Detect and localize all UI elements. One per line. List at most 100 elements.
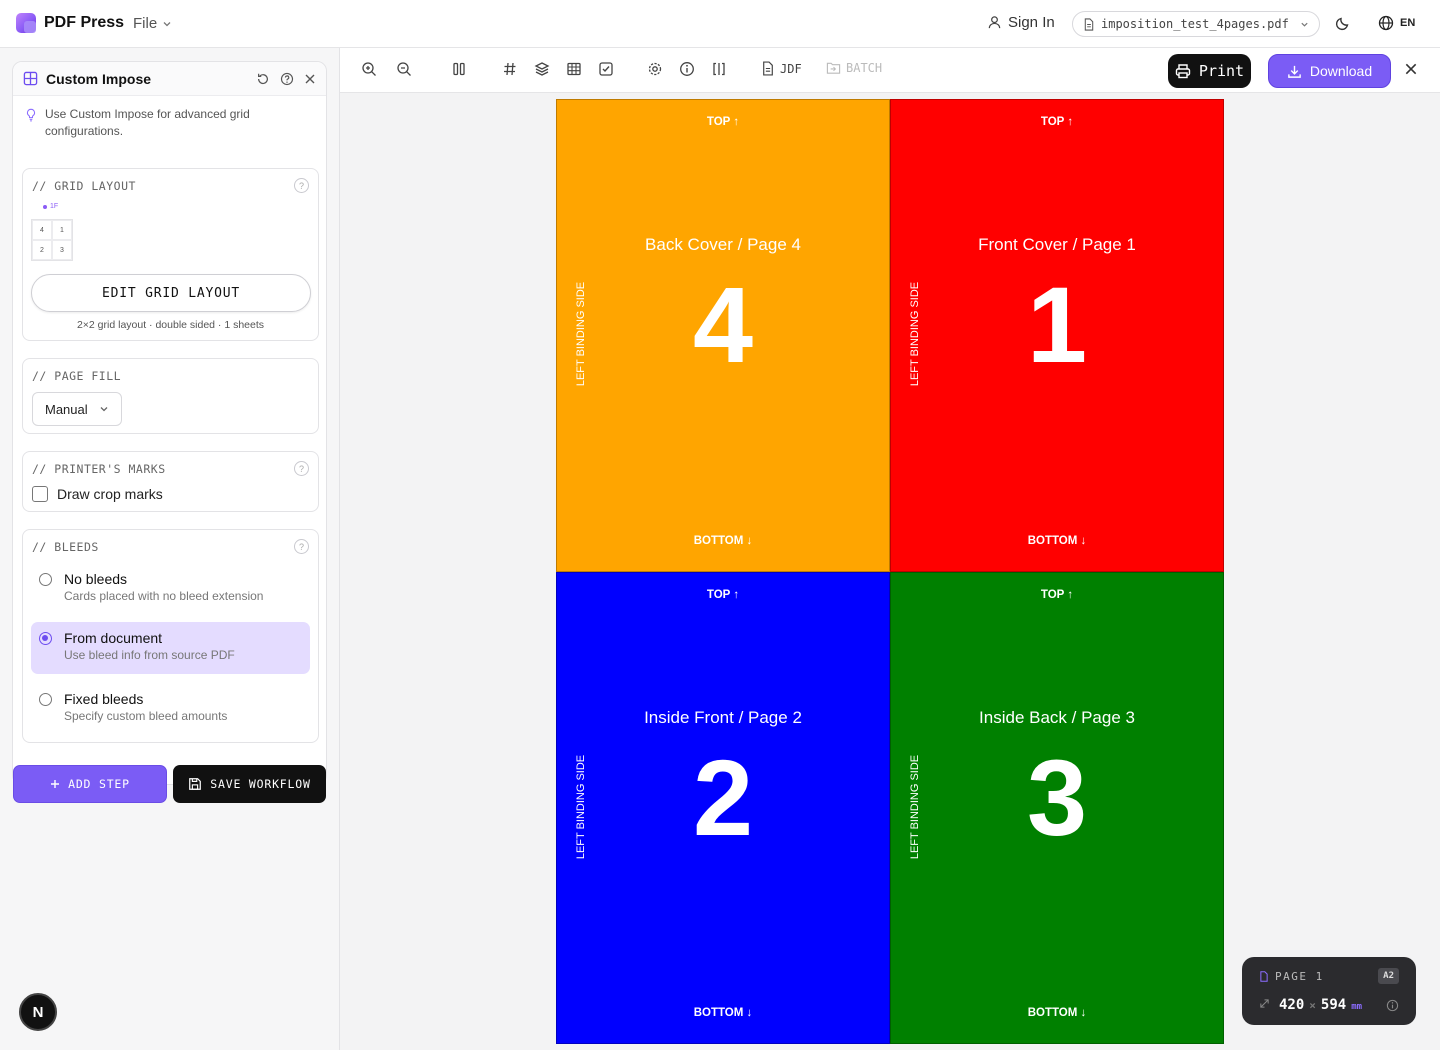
grid-summary: 2×2 grid layout · double sided · 1 sheet… (76, 319, 265, 331)
page-number: 4 (692, 264, 754, 385)
mini-grid-cell: 2 (32, 240, 52, 260)
dev-badge[interactable]: N (19, 993, 57, 1031)
zoom-out-button[interactable] (396, 61, 412, 77)
toolbar: JDF BATCH Print Download (340, 48, 1440, 93)
page-tile-front-cover[interactable]: TOP ↑ Front Cover / Page 1 1 LEFT BINDIN… (890, 99, 1224, 572)
close-button[interactable] (1404, 62, 1418, 81)
theme-toggle[interactable] (1334, 14, 1352, 37)
mini-grid-cell: 3 (52, 240, 72, 260)
lightbulb-icon (26, 108, 36, 122)
printers-marks-title: // PRINTER'S MARKS (32, 462, 166, 476)
times-sign: × (1309, 999, 1316, 1012)
paper-size-badge: A2 (1378, 968, 1399, 984)
settings-button[interactable] (647, 61, 663, 77)
close-icon[interactable] (304, 73, 316, 85)
option-title: No bleeds (64, 571, 128, 587)
add-step-button[interactable]: ADD STEP (13, 765, 167, 803)
crop-marks-checkbox-row[interactable]: Draw crop marks (32, 486, 163, 502)
page-numbers-button[interactable] (502, 61, 518, 77)
crop-marks-checkbox[interactable] (32, 486, 48, 502)
sign-in-label: Sign In (1008, 14, 1055, 31)
layers-button[interactable] (534, 61, 550, 77)
page-info-widget[interactable]: PAGE 1 A2 420 × 594 mm (1242, 957, 1416, 1025)
columns-view-button[interactable] (451, 61, 467, 77)
top-marker: TOP ↑ (1040, 116, 1074, 128)
zoom-in-icon (362, 62, 376, 76)
bleed-option-none[interactable]: No bleeds Cards placed with no bleed ext… (31, 563, 310, 615)
top-marker: TOP ↑ (706, 589, 740, 601)
file-selector[interactable]: imposition_test_4pages.pdf (1072, 11, 1320, 37)
mini-grid-cell: 1 (52, 220, 72, 240)
radio-button-selected[interactable] (39, 632, 52, 645)
mini-grid-label: 1F (43, 203, 58, 210)
jdf-button[interactable]: JDF (761, 61, 802, 76)
page-fill-select[interactable]: Manual (32, 392, 122, 426)
radio-button[interactable] (39, 693, 52, 706)
language-selector[interactable]: EN (1378, 15, 1415, 31)
columns-icon (453, 62, 465, 76)
app-name: PDF Press (44, 14, 125, 31)
checklist-button[interactable] (598, 61, 614, 77)
brand[interactable]: PDF Press (16, 13, 124, 33)
option-subtitle: Specify custom bleed amounts (64, 709, 228, 723)
chevron-down-icon (1301, 22, 1308, 27)
print-button[interactable]: Print (1168, 54, 1251, 88)
help-icon[interactable] (280, 72, 294, 86)
bottom-marker: BOTTOM ↓ (693, 1007, 753, 1019)
bleed-option-fixed[interactable]: Fixed bleeds Specify custom bleed amount… (31, 683, 310, 735)
radio-button[interactable] (39, 573, 52, 586)
unit-label: mm (1351, 1002, 1363, 1012)
table-button[interactable] (566, 61, 582, 77)
moon-icon (1335, 17, 1349, 31)
file-icon (763, 61, 773, 76)
jdf-label: JDF (780, 61, 802, 76)
layers-icon (534, 62, 550, 76)
top-marker: TOP ↑ (1040, 589, 1074, 601)
download-icon (1288, 65, 1301, 78)
chevron-down-icon (163, 21, 171, 26)
bottom-marker: BOTTOM ↓ (1027, 1007, 1087, 1019)
save-workflow-button[interactable]: SAVE WORKFLOW (173, 765, 326, 803)
file-name: imposition_test_4pages.pdf (1101, 17, 1289, 31)
option-title: Fixed bleeds (64, 691, 144, 707)
bleeds-title: // BLEEDS (32, 540, 99, 554)
imposition-sheet: TOP ↑ Back Cover / Page 4 4 LEFT BINDING… (556, 99, 1224, 1044)
help-icon[interactable]: ? (294, 539, 309, 554)
option-subtitle: Cards placed with no bleed extension (64, 589, 264, 603)
compare-button[interactable] (711, 61, 727, 77)
brackets-icon (713, 62, 725, 76)
page-tile-back-cover[interactable]: TOP ↑ Back Cover / Page 4 4 LEFT BINDING… (556, 99, 890, 572)
file-menu[interactable]: File (133, 15, 172, 32)
bleed-option-from-document[interactable]: From document Use bleed info from source… (31, 622, 310, 674)
page-number: 1 (1026, 264, 1088, 385)
page-info-label: PAGE 1 (1259, 970, 1324, 983)
sign-in-button[interactable]: Sign In (987, 14, 1055, 31)
hash-icon (504, 62, 516, 76)
page-tile-inside-back[interactable]: TOP ↑ Inside Back / Page 3 3 LEFT BINDIN… (890, 572, 1224, 1044)
language-label: EN (1400, 17, 1416, 29)
info-button[interactable] (679, 61, 695, 77)
page-number: 3 (1026, 737, 1088, 858)
sidebar: Custom Impose Use Custom Impose for adva… (0, 48, 340, 1050)
page-tile-inside-front[interactable]: TOP ↑ Inside Front / Page 2 2 LEFT BINDI… (556, 572, 890, 1044)
check-square-icon (599, 62, 613, 76)
page-width: 420 (1279, 997, 1305, 1013)
batch-button[interactable]: BATCH (826, 61, 882, 75)
reset-icon[interactable] (256, 72, 270, 86)
page-dimensions: 420 × 594 mm (1259, 997, 1362, 1013)
info-icon[interactable] (1386, 997, 1399, 1016)
help-icon[interactable]: ? (294, 178, 309, 193)
download-button[interactable]: Download (1268, 54, 1391, 88)
chevron-down-icon (100, 407, 108, 412)
help-icon[interactable]: ? (294, 461, 309, 476)
zoom-in-button[interactable] (361, 61, 377, 77)
page-fill-card: // PAGE FILL Manual (22, 358, 319, 434)
globe-icon (1378, 15, 1394, 31)
grid-icon (23, 71, 38, 86)
top-marker: TOP ↑ (706, 116, 740, 128)
grid-layout-title: // GRID LAYOUT (32, 179, 136, 193)
tip-text: Use Custom Impose for advanced grid conf… (45, 107, 250, 138)
custom-impose-panel: Custom Impose Use Custom Impose for adva… (12, 61, 327, 785)
dot-icon (43, 204, 47, 209)
edit-grid-layout-button[interactable]: EDIT GRID LAYOUT (31, 274, 311, 312)
